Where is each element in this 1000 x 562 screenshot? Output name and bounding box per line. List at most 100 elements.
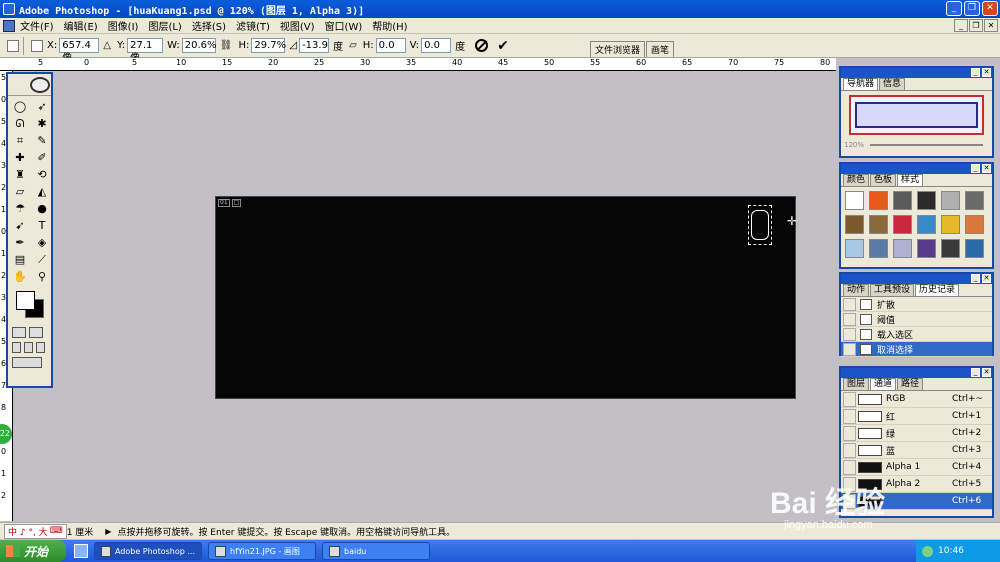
crop-tool-icon[interactable]: ⌗ (10, 133, 30, 148)
slice-tool-icon[interactable]: ✎ (32, 133, 52, 148)
history-item-selected[interactable]: 取消选择 (841, 342, 992, 357)
menu-filter[interactable]: 滤镜(T) (231, 18, 275, 33)
menu-window[interactable]: 窗口(W) (320, 18, 368, 33)
taskbar-item-paint[interactable]: hfYin21.JPG - 画图 (208, 542, 316, 560)
channel-row[interactable]: Alpha 1 Ctrl+4 (841, 459, 992, 476)
tray-icon[interactable] (922, 545, 933, 557)
hskew-input[interactable]: 0.0 (375, 38, 406, 53)
minimize-button[interactable]: _ (946, 1, 962, 16)
clone-stamp-icon[interactable]: ♜ (10, 167, 30, 182)
screen-mode-full-icon[interactable] (36, 342, 45, 353)
notes-tool-icon[interactable]: ▤ (10, 252, 30, 267)
doc-minimize-button[interactable]: _ (954, 19, 968, 32)
style-swatch[interactable] (869, 191, 888, 210)
tab-styles[interactable]: 样式 (897, 174, 924, 186)
hand-tool-icon[interactable]: ✋ (10, 269, 30, 284)
lasso-tool-icon[interactable]: ᘏ (10, 116, 30, 131)
style-swatch[interactable] (869, 239, 888, 258)
tab-paths[interactable]: 路径 (897, 378, 924, 390)
restore-button[interactable]: ❐ (964, 1, 980, 16)
tool-preset[interactable] (4, 39, 19, 52)
history-item[interactable]: 阈值 (841, 312, 992, 327)
style-swatch[interactable] (917, 191, 936, 210)
standard-mode-icon[interactable] (12, 327, 26, 338)
style-swatch[interactable] (869, 215, 888, 234)
status-menu-arrow-icon[interactable]: ▶ (105, 527, 111, 536)
doc-close-button[interactable]: ✕ (984, 19, 998, 32)
history-brush-source-box[interactable] (843, 327, 856, 341)
history-item[interactable]: 扩散 (841, 297, 992, 312)
commit-transform-icon[interactable]: ✔ (497, 38, 509, 54)
reference-point-icon[interactable] (31, 39, 43, 52)
width-input[interactable]: 20.6% (181, 38, 217, 53)
taskbar-item-folder[interactable]: baidu (322, 542, 430, 560)
visibility-toggle[interactable] (843, 425, 856, 441)
history-brush-source-box[interactable] (843, 342, 856, 356)
menu-view[interactable]: 视图(V) (275, 18, 320, 33)
panel-close-button[interactable]: ✕ (982, 68, 991, 77)
panel-close-button[interactable]: ✕ (982, 164, 991, 173)
tab-file-browser[interactable]: 文件浏览器 (590, 41, 646, 57)
y-input[interactable]: 27.1 像 (127, 38, 164, 64)
style-swatch[interactable] (965, 239, 984, 258)
adobe-online-icon[interactable] (30, 77, 50, 93)
style-swatch[interactable] (845, 191, 864, 210)
style-swatch[interactable] (893, 191, 912, 210)
close-button[interactable]: ✕ (982, 1, 998, 16)
canvas-note[interactable]: 01 (218, 199, 230, 207)
toolbox-header[interactable] (8, 74, 51, 96)
channel-row[interactable]: RGB Ctrl+~ (841, 391, 992, 408)
zoom-slider[interactable] (870, 144, 983, 146)
healing-brush-icon[interactable]: ✚ (10, 150, 30, 165)
tab-channels[interactable]: 通道 (870, 378, 897, 390)
tab-tool-presets[interactable]: 工具预设 (870, 284, 915, 296)
menu-image[interactable]: 图像(I) (103, 18, 144, 33)
type-tool-icon[interactable]: T (32, 218, 52, 233)
angle-input[interactable]: -13.9 (299, 38, 330, 53)
visibility-toggle[interactable] (843, 459, 856, 475)
clock[interactable]: 10:46 (938, 546, 964, 556)
panel-titlebar[interactable]: _ ✕ (841, 274, 992, 284)
pen-tool-icon[interactable]: ✒ (10, 235, 30, 250)
visibility-toggle[interactable] (843, 408, 856, 424)
canvas-note[interactable]: □ (231, 199, 242, 207)
zoom-tool-icon[interactable]: ⚲ (32, 269, 52, 284)
tab-brushes[interactable]: 画笔 (646, 41, 675, 57)
blur-tool-icon[interactable]: ☂ (10, 201, 30, 216)
style-swatch[interactable] (845, 215, 864, 234)
panel-close-button[interactable]: ✕ (982, 368, 991, 377)
eyedropper-tool-icon[interactable]: ⟋ (32, 252, 52, 267)
move-tool-icon[interactable]: ➶ (32, 99, 52, 114)
navigator-thumbnail[interactable] (849, 95, 984, 135)
path-select-icon[interactable]: ➹ (10, 218, 30, 233)
quick-launch-icon[interactable] (74, 544, 88, 558)
style-swatch[interactable] (917, 239, 936, 258)
panel-close-button[interactable]: ✕ (982, 274, 991, 283)
style-swatch[interactable] (845, 239, 864, 258)
visibility-toggle[interactable] (843, 391, 856, 407)
visibility-toggle[interactable] (843, 442, 856, 458)
menu-select[interactable]: 选择(S) (187, 18, 231, 33)
vskew-input[interactable]: 0.0 (421, 38, 452, 53)
style-swatch[interactable] (941, 191, 960, 210)
tab-navigator[interactable]: 导航器 (843, 78, 879, 90)
panel-titlebar[interactable]: _ ✕ (841, 68, 992, 78)
ime-toolbar[interactable]: 中 ♪ °, 大 ⌨ (4, 523, 67, 539)
menu-layer[interactable]: 图层(L) (143, 18, 186, 33)
history-brush-source-box[interactable] (843, 297, 856, 311)
tab-history[interactable]: 历史记录 (915, 284, 960, 296)
paint-bucket-icon[interactable]: ◭ (32, 184, 52, 199)
channel-row[interactable]: 红 Ctrl+1 (841, 408, 992, 425)
doc-restore-button[interactable]: ❐ (969, 19, 983, 32)
panel-titlebar[interactable]: _ ✕ (841, 164, 992, 174)
style-swatch[interactable] (965, 191, 984, 210)
menu-file[interactable]: 文件(F) (15, 18, 59, 33)
history-brush-source-box[interactable] (843, 312, 856, 326)
taskbar-item-photoshop[interactable]: Adobe Photoshop ... (94, 542, 202, 560)
history-item[interactable]: 载入选区 (841, 327, 992, 342)
document-canvas[interactable]: 01 □ (215, 196, 796, 399)
style-swatch[interactable] (893, 239, 912, 258)
document-icon[interactable] (3, 19, 15, 32)
style-swatch[interactable] (965, 215, 984, 234)
tab-info[interactable]: 信息 (879, 78, 906, 90)
